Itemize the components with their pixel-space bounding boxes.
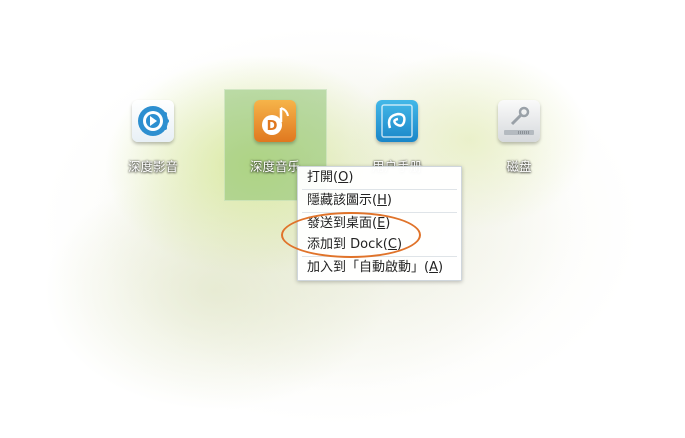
menu-item-add-to-autostart[interactable]: 加入到「自動啟動」(A) — [307, 257, 443, 279]
app-disk[interactable]: 磁盘 — [469, 100, 569, 175]
app-label-deepin-movie: 深度影音 — [127, 159, 178, 174]
movie-player-icon — [132, 100, 174, 142]
disk-icon — [498, 100, 540, 142]
music-player-icon: D — [254, 100, 296, 142]
app-deepin-movie[interactable]: 深度影音 — [103, 100, 203, 175]
menu-item-open[interactable]: 打開(O) — [307, 167, 353, 189]
user-manual-icon — [376, 100, 418, 142]
app-user-manual[interactable]: 用户手册 — [347, 100, 447, 175]
highlight-annotation-oval — [281, 212, 421, 258]
menu-item-hide-icon[interactable]: 隱藏該圖示(H) — [307, 190, 392, 212]
svg-text:D: D — [267, 119, 278, 134]
app-label-disk: 磁盘 — [506, 159, 532, 174]
app-deepin-music[interactable]: D 深度音乐 — [225, 100, 325, 175]
